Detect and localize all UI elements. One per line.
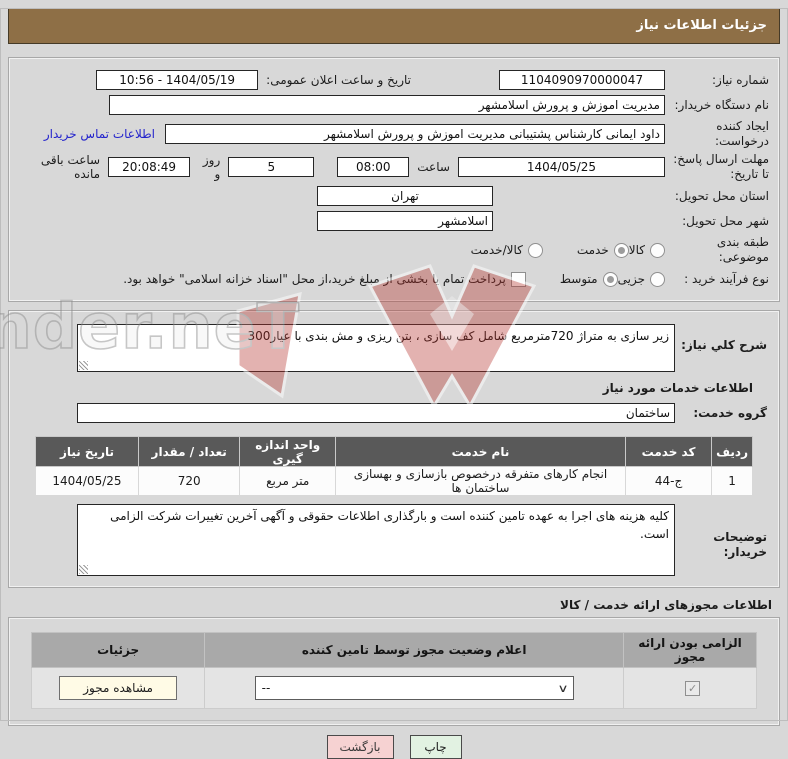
request-info-groupbox: شماره نیاز: تاریخ و ساعت اعلان عمومی: نا… <box>8 57 780 302</box>
buyer-notes-textarea[interactable]: کلیه هزینه های اجرا به عهده تامین کننده … <box>77 504 675 576</box>
licenses-heading: اطلاعات مجوزهای ارائه خدمت / کالا <box>560 598 772 612</box>
cell-service-code: ج-44 <box>624 466 713 496</box>
remaining-hours-label: ساعت باقی مانده <box>40 153 101 181</box>
radio-goods[interactable] <box>650 242 665 258</box>
city-field[interactable] <box>317 211 493 231</box>
request-creator-label: ایجاد کننده درخواست: <box>715 119 769 148</box>
licenses-table-row: ✓ ∨ -- مشاهده مجوز <box>30 667 757 709</box>
cell-license-status: ∨ -- <box>204 667 625 709</box>
resize-grip-icon[interactable] <box>79 565 88 574</box>
col-unit: واحد اندازه گیری <box>239 436 337 467</box>
service-group-label: گروه خدمت: <box>693 405 767 420</box>
need-number-field[interactable] <box>499 70 665 90</box>
announce-datetime-label: تاریخ و ساعت اعلان عمومی: <box>266 73 411 87</box>
deadline-date-field[interactable] <box>457 157 665 177</box>
back-button[interactable]: بازگشت <box>326 735 394 759</box>
radio-service-label: خدمت <box>576 243 609 257</box>
process-type-row: نوع فرآیند خرید : جزیی متوسط پرداخت تمام… <box>19 268 769 290</box>
resize-grip-icon[interactable] <box>79 361 88 370</box>
col-license-required: الزامی بودن ارائه مجوز <box>623 632 757 668</box>
radio-goods-service[interactable] <box>527 242 543 258</box>
need-number-label: شماره نیاز: <box>712 72 769 87</box>
licenses-groupbox: الزامی بودن ارائه مجوز اعلام وضعیت مجوز … <box>8 617 780 726</box>
chevron-down-icon: ∨ <box>556 681 569 695</box>
treasury-checkbox[interactable] <box>510 271 526 287</box>
page-title: جزئیات اطلاعات نیاز <box>8 8 780 44</box>
process-type-label: نوع فرآیند خرید : <box>684 271 769 286</box>
cell-need-date: 1404/05/25 <box>35 466 139 496</box>
city-label: شهر محل تحویل: <box>682 213 769 228</box>
remaining-days-field[interactable] <box>228 157 315 177</box>
service-group-field[interactable] <box>77 403 675 423</box>
radio-service[interactable] <box>613 242 629 258</box>
buyer-org-row: نام دستگاه خریدار: <box>19 94 769 116</box>
cell-license-required: ✓ <box>623 667 757 709</box>
radio-partial[interactable] <box>650 271 665 287</box>
radio-goods-label: کالا <box>628 243 645 257</box>
request-creator-row: ایجاد کننده درخواست: اطلاعات تماس خریدار <box>19 119 769 149</box>
licenses-table-header-row: الزامی بودن ارائه مجوز اعلام وضعیت مجوز … <box>30 632 757 668</box>
deadline-row: مهلت ارسال پاسخ: تا تاریخ: ساعت روز و سا… <box>19 152 769 182</box>
buyer-org-label: نام دستگاه خریدار: <box>674 97 770 112</box>
col-service-name: نام خدمت <box>335 436 626 467</box>
col-license-status: اعلام وضعیت مجوز توسط تامین کننده <box>204 632 625 668</box>
cell-unit: متر مربع <box>239 466 337 496</box>
services-table-row: 1 ج-44 انجام کارهای متفرقه درخصوص بازساز… <box>35 466 753 496</box>
deadline-label: مهلت ارسال پاسخ: تا تاریخ: <box>673 152 769 181</box>
footer-buttons: چاپ بازگشت <box>0 735 788 759</box>
city-row: شهر محل تحویل: <box>19 210 769 232</box>
col-need-date: تاریخ نیاز <box>35 436 139 467</box>
classification-row: طبقه بندی موضوعی: کالا خدمت کالا/خدمت <box>19 235 769 265</box>
radio-goods-service-label: کالا/خدمت <box>470 243 523 257</box>
check-icon: ✓ <box>687 681 698 695</box>
cell-license-details: مشاهده مجوز <box>30 667 206 709</box>
general-description-textarea[interactable]: زیر سازی به متراژ 720مترمربع شامل کف ساز… <box>77 324 675 372</box>
license-required-checkbox[interactable]: ✓ <box>685 680 701 696</box>
buyer-contact-link[interactable]: اطلاعات تماس خریدار <box>44 127 155 141</box>
tender-details-window: { "title_bar": { "title": "جزئیات اطلاعا… <box>0 8 788 759</box>
col-row-number: ردیف <box>711 436 753 467</box>
print-button[interactable]: چاپ <box>409 735 462 759</box>
buyer-notes-label: توضیحات خریدار: <box>713 530 767 559</box>
cell-row-number: 1 <box>711 466 753 496</box>
buyer-notes-row: توضیحات خریدار: کلیه هزینه های اجرا به ع… <box>21 504 767 576</box>
general-description-row: شرح کلي نیاز: زیر سازی به متراژ 720مترمر… <box>21 324 767 372</box>
services-info-heading: اطلاعات خدمات مورد نیاز <box>602 381 753 395</box>
request-creator-field[interactable] <box>165 124 665 144</box>
services-groupbox: شرح کلي نیاز: زیر سازی به متراژ 720مترمر… <box>8 310 780 588</box>
province-label: استان محل تحویل: <box>674 188 769 203</box>
deadline-hour-label: ساعت <box>417 160 450 174</box>
deadline-time-field[interactable] <box>337 157 410 177</box>
view-license-button[interactable]: مشاهده مجوز <box>59 676 178 700</box>
province-field[interactable] <box>317 186 493 206</box>
announce-datetime-field[interactable] <box>96 70 259 90</box>
radio-medium[interactable] <box>602 271 618 287</box>
remaining-time-field[interactable] <box>108 157 191 177</box>
license-status-value: -- <box>261 681 271 695</box>
col-quantity: تعداد / مقدار <box>137 436 241 467</box>
radio-partial-label: جزیی <box>617 272 645 286</box>
col-license-details: جزئیات <box>30 632 206 668</box>
service-group-row: گروه خدمت: <box>21 402 767 424</box>
radio-medium-label: متوسط <box>559 272 598 286</box>
col-service-code: کد خدمت <box>624 436 713 467</box>
license-status-select[interactable]: ∨ -- <box>254 676 574 700</box>
cell-quantity: 720 <box>137 466 241 496</box>
days-and-label: روز و <box>202 153 221 181</box>
buyer-org-field[interactable] <box>109 95 665 115</box>
general-description-label: شرح کلي نیاز: <box>681 338 767 352</box>
need-number-row: شماره نیاز: تاریخ و ساعت اعلان عمومی: <box>19 69 769 91</box>
services-table: ردیف کد خدمت نام خدمت واحد اندازه گیری ت… <box>35 436 753 496</box>
treasury-note: پرداخت تمام یا بخشی از مبلغ خرید،از محل … <box>123 272 506 286</box>
cell-service-name: انجام کارهای متفرقه درخصوص بازسازی و بهس… <box>335 466 626 496</box>
services-table-header-row: ردیف کد خدمت نام خدمت واحد اندازه گیری ت… <box>35 436 753 467</box>
province-row: استان محل تحویل: <box>19 185 769 207</box>
licenses-table: الزامی بودن ارائه مجوز اعلام وضعیت مجوز … <box>30 632 757 709</box>
classification-label: طبقه بندی موضوعی: <box>716 235 769 264</box>
